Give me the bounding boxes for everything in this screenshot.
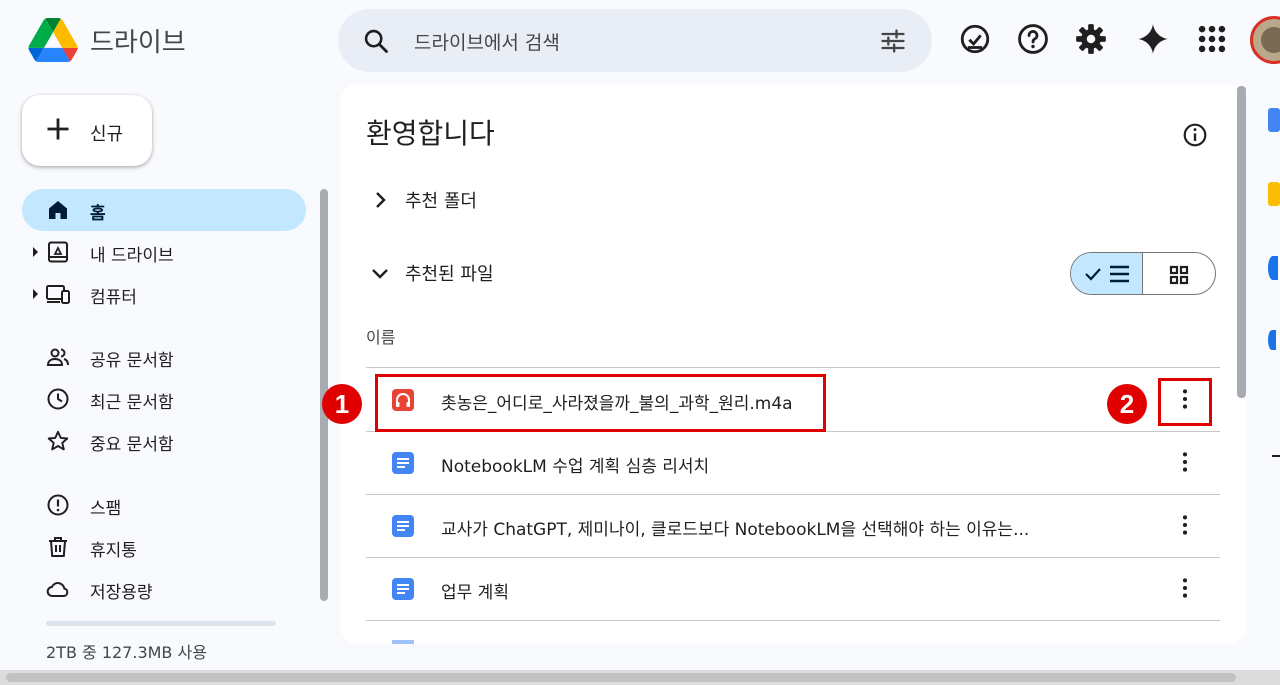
more-options-icon[interactable] [1172, 575, 1198, 601]
google-doc-icon [392, 515, 414, 537]
sidebar-item-computers[interactable]: 컴퓨터 [22, 273, 306, 315]
calendar-app-icon[interactable] [1268, 108, 1280, 132]
sidebar-item-label: 공유 문서함 [90, 351, 174, 371]
section-title: 추천 폴더 [405, 191, 477, 212]
sidebar-item-label: 휴지통 [90, 541, 137, 561]
highlight-box-more [1158, 378, 1212, 426]
column-header-name[interactable]: 이름 [366, 324, 395, 348]
chevron-right-icon [376, 192, 386, 208]
gemini-sparkle-icon[interactable] [1136, 22, 1170, 56]
google-doc-icon [392, 578, 414, 600]
search-icon[interactable] [362, 27, 390, 55]
keep-app-icon[interactable] [1268, 182, 1280, 206]
file-name[interactable]: NotebookLM 수업 계획 심층 리서치 [441, 452, 709, 477]
sidebar-item-label: 홈 [90, 204, 106, 224]
shared-people-icon [46, 348, 69, 366]
section-title: 추천된 파일 [405, 264, 494, 285]
divider [366, 367, 1220, 368]
step-badge-2: 2 [1107, 384, 1147, 424]
sidebar-item-label: 저장용량 [90, 583, 153, 603]
file-row[interactable]: 업무 계획 [366, 558, 1220, 620]
more-options-icon[interactable] [1172, 512, 1198, 538]
sidebar-item-my-drive[interactable]: 내 드라이브 [22, 231, 306, 273]
file-row[interactable]: NotebookLM 수업 계획 심층 리서치 [366, 432, 1220, 494]
more-options-icon[interactable] [1172, 449, 1198, 475]
section-suggested-folders[interactable]: 추천 폴더 [366, 186, 666, 214]
home-icon [49, 201, 67, 219]
grid-view-icon [1169, 265, 1189, 285]
my-drive-icon [48, 241, 68, 263]
sidebar-item-label: 최근 문서함 [90, 393, 174, 413]
file-name[interactable]: 교사가 ChatGPT, 제미나이, 클로드보다 NotebookLM을 선택해… [441, 515, 1029, 540]
page-title: 환영합니다 [366, 117, 495, 150]
sidebar-item-recent[interactable]: 최근 문서함 [22, 378, 306, 420]
search-options-icon[interactable] [878, 27, 908, 55]
list-view-button[interactable] [1071, 253, 1143, 294]
computer-icon [46, 285, 70, 304]
sidebar-item-spam[interactable]: 스팸 [22, 484, 306, 526]
plus-icon [47, 118, 69, 140]
search-bar[interactable]: 드라이브에서 검색 [338, 9, 932, 72]
settings-gear-icon[interactable] [1074, 22, 1108, 56]
search-input[interactable]: 드라이브에서 검색 [414, 28, 560, 55]
horizontal-scrollbar-thumb[interactable] [6, 673, 1236, 682]
help-icon[interactable] [1016, 22, 1050, 56]
contacts-app-icon[interactable] [1268, 330, 1276, 350]
trash-icon [49, 537, 67, 557]
tasks-app-icon[interactable] [1268, 256, 1278, 280]
sidebar-item-shared[interactable]: 공유 문서함 [22, 336, 306, 378]
view-toggle[interactable] [1070, 252, 1216, 295]
list-view-checked-icon [1085, 265, 1129, 283]
expand-caret-icon[interactable] [32, 288, 40, 300]
divider [366, 620, 1220, 621]
partial-file-icon [392, 640, 414, 644]
account-avatar[interactable] [1250, 16, 1280, 64]
file-row[interactable]: 교사가 ChatGPT, 제미나이, 클로드보다 NotebookLM을 선택해… [366, 495, 1220, 557]
main-scrollbar[interactable] [1237, 86, 1246, 398]
grid-view-button[interactable] [1144, 253, 1215, 294]
step-badge-1: 1 [322, 384, 362, 424]
expand-caret-icon[interactable] [32, 246, 40, 258]
clock-icon [47, 388, 69, 410]
offline-ready-icon[interactable] [958, 22, 992, 56]
info-icon[interactable] [1182, 122, 1208, 148]
google-doc-icon [392, 452, 414, 474]
sidebar-item-label: 중요 문서함 [90, 435, 174, 455]
sidebar-item-storage[interactable]: 저장용량 [22, 568, 306, 610]
sidebar-item-label: 내 드라이브 [90, 246, 174, 266]
spam-alert-icon [47, 494, 69, 516]
highlight-box-file [375, 374, 826, 432]
new-button-label: 신규 [90, 124, 124, 145]
section-suggested-files[interactable]: 추천된 파일 [366, 259, 666, 287]
cloud-icon [46, 582, 69, 597]
sidebar-item-trash[interactable]: 휴지통 [22, 526, 306, 568]
sidebar-item-label: 스팸 [90, 499, 122, 519]
file-name[interactable]: 업무 계획 [441, 578, 509, 603]
sidebar-item-starred[interactable]: 중요 문서함 [22, 420, 306, 462]
storage-usage-bar [46, 621, 276, 626]
apps-grid-icon[interactable] [1195, 22, 1229, 56]
chevron-down-icon [372, 269, 388, 279]
add-addon-icon[interactable] [1272, 455, 1280, 457]
storage-usage-text: 2TB 중 127.3MB 사용 [46, 643, 207, 662]
star-icon [47, 430, 69, 451]
sidebar-item-home[interactable]: 홈 [22, 189, 306, 231]
sidebar-item-label: 컴퓨터 [90, 288, 137, 308]
new-button[interactable]: 신규 [22, 95, 152, 166]
google-drive-logo[interactable] [28, 18, 78, 62]
app-title: 드라이브 [90, 28, 186, 58]
